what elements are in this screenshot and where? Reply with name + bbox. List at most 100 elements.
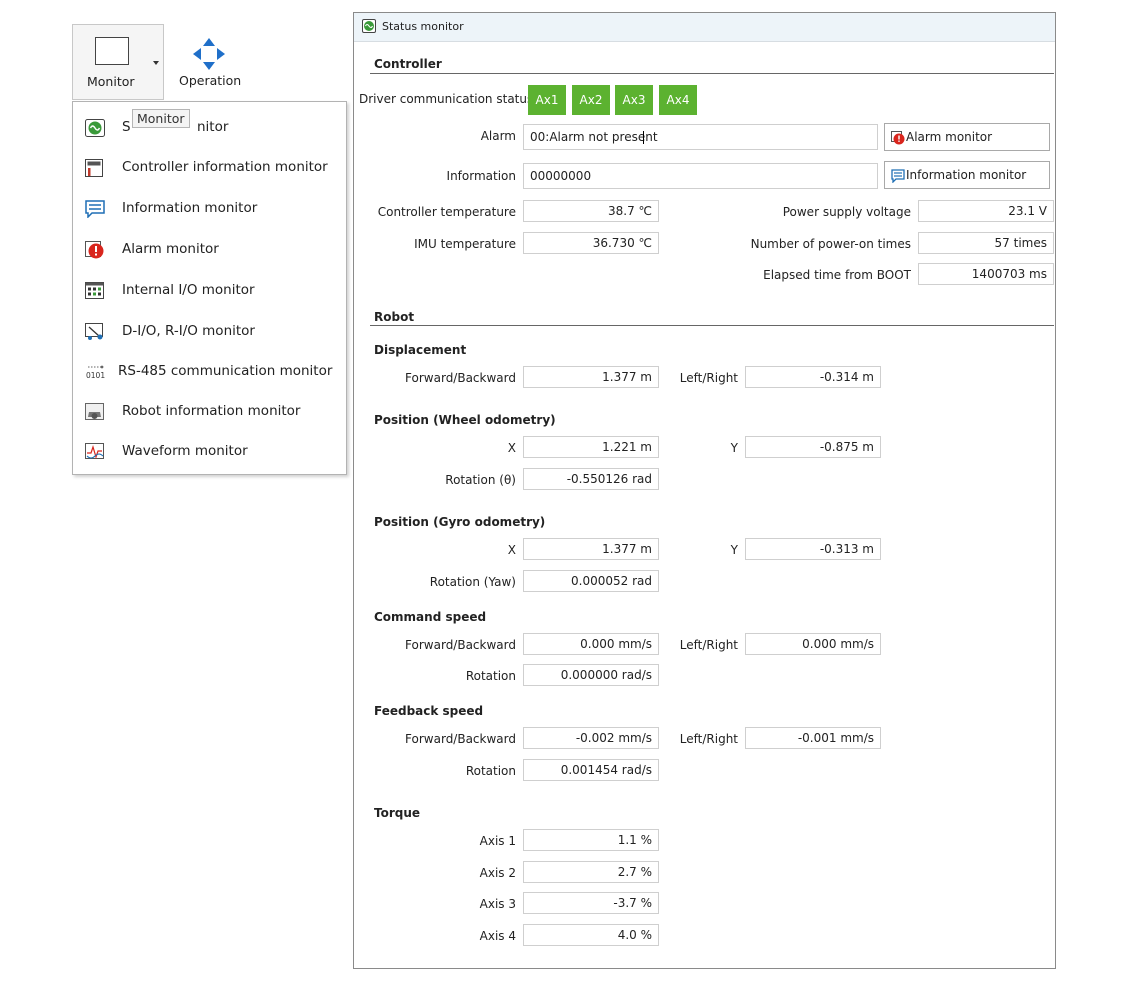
torque-axis-2-field: 2.7 %: [523, 861, 659, 883]
menu-item-label: Internal I/O monitor: [122, 282, 255, 298]
wheel-y-label: Y: [730, 441, 738, 455]
command-speed-heading: Command speed: [374, 610, 487, 624]
driver-comm-label: Driver communication status: [359, 92, 534, 106]
command-lr-label: Left/Right: [679, 638, 738, 652]
feedback-lr-field: -0.001 mm/s: [745, 727, 881, 749]
command-fb-field: 0.000 mm/s: [523, 633, 659, 655]
displacement-fb-field: 1.377 m: [523, 366, 659, 388]
menu-item-rs485-communication-monitor[interactable]: 0101 RS-485 communication monitor: [73, 354, 346, 390]
command-lr-field: 0.000 mm/s: [745, 633, 881, 655]
robot-information-monitor-icon: [85, 403, 104, 420]
controller-heading: Controller: [374, 57, 442, 71]
wheel-y-field: -0.875 m: [745, 436, 881, 458]
gyro-x-field: 1.377 m: [523, 538, 659, 560]
feedback-fb-field: -0.002 mm/s: [523, 727, 659, 749]
window-titlebar[interactable]: Status monitor: [354, 13, 1055, 42]
alarm-monitor-button[interactable]: Alarm monitor: [884, 123, 1050, 151]
information-monitor-icon: [85, 200, 105, 218]
menu-item-waveform-monitor[interactable]: Waveform monitor: [73, 434, 346, 470]
displacement-lr-field: -0.314 m: [745, 366, 881, 388]
rs485-communication-monitor-icon: 0101: [86, 365, 105, 380]
svg-text:0101: 0101: [86, 371, 105, 380]
torque-heading: Torque: [374, 806, 421, 820]
information-label: Information: [446, 169, 516, 183]
menu-item-label: Robot information monitor: [122, 403, 301, 419]
menu-item-label-suffix: nitor: [197, 119, 229, 135]
menu-item-label: Information monitor: [122, 200, 258, 216]
gyro-odometry-heading: Position (Gyro odometry): [374, 515, 546, 529]
gyro-x-label: X: [507, 543, 516, 557]
alarm-label: Alarm: [480, 129, 516, 143]
monitor-ribbon-button[interactable]: Monitor: [72, 24, 164, 100]
wheel-x-label: X: [507, 441, 516, 455]
alarm-field[interactable]: 00:Alarm not present: [523, 124, 878, 150]
gyro-rotation-label: Rotation (Yaw): [429, 575, 516, 589]
axis-1-status: Ax1: [528, 85, 566, 115]
controller-divider: [370, 73, 1054, 74]
torque-axis-3-label: Axis 3: [479, 897, 516, 911]
robot-heading: Robot: [374, 310, 415, 324]
information-monitor-button-label: Information monitor: [906, 168, 1027, 182]
wheel-rotation-label: Rotation (θ): [445, 473, 516, 487]
monitor-label: Monitor: [87, 74, 135, 89]
elapsed-time-field: 1400703 ms: [918, 263, 1054, 285]
text-cursor: [643, 131, 644, 144]
menu-item-information-monitor[interactable]: Information monitor: [73, 191, 346, 227]
elapsed-time-label: Elapsed time from BOOT: [763, 268, 911, 282]
controller-information-monitor-icon: [85, 159, 103, 177]
menu-item-dio-rio-monitor[interactable]: D-I/O, R-I/O monitor: [73, 314, 346, 350]
operation-label: Operation: [179, 73, 242, 88]
alarm-monitor-icon: [891, 131, 905, 145]
controller-temperature-label: Controller temperature: [377, 205, 516, 219]
gyro-rotation-field: 0.000052 rad: [523, 570, 659, 592]
gyro-y-label: Y: [730, 543, 738, 557]
menu-item-robot-information-monitor[interactable]: Robot information monitor: [73, 394, 346, 430]
menu-item-controller-information-monitor[interactable]: Controller information monitor: [73, 150, 346, 186]
torque-axis-2-label: Axis 2: [479, 866, 516, 880]
imu-temperature-field: 36.730 ℃: [523, 232, 659, 254]
alarm-monitor-button-label: Alarm monitor: [906, 130, 993, 144]
feedback-rotation-label: Rotation: [465, 764, 516, 778]
menu-item-internal-io-monitor[interactable]: Internal I/O monitor: [73, 273, 346, 309]
torque-axis-3-field: -3.7 %: [523, 892, 659, 914]
waveform-monitor-icon: [85, 443, 104, 459]
imu-temperature-label: IMU temperature: [414, 237, 516, 251]
feedback-lr-label: Left/Right: [679, 732, 738, 746]
command-fb-label: Forward/Backward: [405, 638, 516, 652]
operation-ribbon-button[interactable]: Operation: [168, 24, 250, 100]
menu-item-label: Controller information monitor: [122, 159, 328, 175]
wheel-odometry-heading: Position (Wheel odometry): [374, 413, 556, 427]
power-supply-voltage-field: 23.1 V: [918, 200, 1054, 222]
internal-io-monitor-icon: [85, 282, 104, 299]
chevron-down-icon[interactable]: [153, 61, 159, 65]
controller-temperature-field: 38.7 ℃: [523, 200, 659, 222]
axis-2-status: Ax2: [572, 85, 610, 115]
menu-item-label: Alarm monitor: [122, 241, 219, 257]
feedback-rotation-field: 0.001454 rad/s: [523, 759, 659, 781]
wheel-rotation-field: -0.550126 rad: [523, 468, 659, 490]
torque-axis-4-label: Axis 4: [479, 929, 516, 943]
power-on-count-label: Number of power-on times: [750, 237, 911, 251]
feedback-fb-label: Forward/Backward: [405, 732, 516, 746]
power-supply-voltage-label: Power supply voltage: [782, 205, 911, 219]
status-monitor-window: Status monitor Controller Driver communi…: [353, 12, 1056, 969]
displacement-heading: Displacement: [374, 343, 467, 357]
wheel-x-field: 1.221 m: [523, 436, 659, 458]
menu-item-label-prefix: S: [122, 119, 131, 135]
torque-axis-1-label: Axis 1: [479, 834, 516, 848]
window-title: Status monitor: [382, 20, 464, 33]
status-monitor-icon: [85, 119, 105, 137]
information-field[interactable]: 00000000: [523, 163, 878, 189]
monitor-tooltip: Monitor: [132, 109, 190, 128]
command-rotation-label: Rotation: [465, 669, 516, 683]
menu-item-status-monitor[interactable]: S nitor: [73, 110, 346, 146]
alarm-monitor-icon: [85, 241, 104, 259]
axis-3-status: Ax3: [615, 85, 653, 115]
monitor-icon: [95, 37, 129, 65]
menu-item-alarm-monitor[interactable]: Alarm monitor: [73, 232, 346, 268]
displacement-lr-label: Left/Right: [679, 371, 738, 385]
information-monitor-button[interactable]: Information monitor: [884, 161, 1050, 189]
menu-item-label: RS-485 communication monitor: [118, 363, 333, 379]
menu-item-label: Waveform monitor: [122, 443, 248, 459]
torque-axis-1-field: 1.1 %: [523, 829, 659, 851]
